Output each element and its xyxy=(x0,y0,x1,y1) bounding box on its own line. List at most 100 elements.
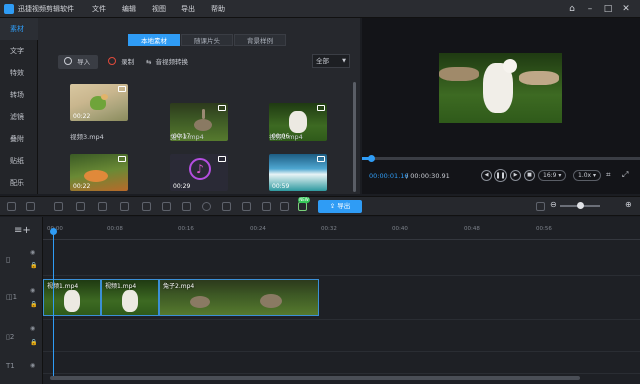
freeze-icon[interactable] xyxy=(182,202,191,211)
timer-icon[interactable] xyxy=(202,202,211,211)
menu-help[interactable]: 帮助 xyxy=(211,4,225,14)
sidebar-item-text[interactable]: 文字 xyxy=(0,40,38,62)
media-panel: 本地素材 随课片头 背景样例 导入 录制 ⇆ 音视频转换 全部 ▼ 00:22 … xyxy=(38,18,360,194)
chevron-down-icon: ▼ xyxy=(342,58,346,64)
zoom-in-icon[interactable]: ⊕ xyxy=(625,200,632,209)
tab-background-samples[interactable]: 背景样例 xyxy=(234,34,286,46)
sidebar-item-material[interactable]: 素材 xyxy=(0,18,38,40)
clip-duration: 00:22 xyxy=(73,113,91,120)
maximize-icon[interactable]: □ xyxy=(602,3,614,15)
ruler-tick: 00:16 xyxy=(178,226,194,232)
text-track-icon: ▯ xyxy=(6,255,11,264)
timeline-scrollbar[interactable] xyxy=(50,376,580,380)
mic-icon[interactable] xyxy=(222,202,231,211)
picture-icon[interactable] xyxy=(262,202,271,211)
lock-icon[interactable]: 🔒 xyxy=(30,262,37,269)
audio-badge-icon xyxy=(218,156,226,162)
export-button[interactable]: ⇪ 导出 xyxy=(318,200,362,213)
import-icon xyxy=(64,57,72,65)
music-note-icon: ♪ xyxy=(189,158,211,180)
add-track-icon[interactable]: ≡+ xyxy=(14,225,31,236)
minimize-icon[interactable]: – xyxy=(584,3,596,15)
media-clip-sea[interactable]: 00:59 xyxy=(269,154,327,191)
prev-frame-icon[interactable]: ◀ xyxy=(481,170,492,181)
record-button[interactable]: 录制 xyxy=(108,55,134,69)
overlay-track-icon: ▯2 xyxy=(6,333,15,341)
track-row-text xyxy=(43,240,640,276)
playhead-line xyxy=(53,232,54,380)
clip-duration: 00:29 xyxy=(173,183,191,190)
edit-icon[interactable] xyxy=(76,202,85,211)
video-badge-icon xyxy=(118,86,126,92)
menu-export[interactable]: 导出 xyxy=(181,4,195,14)
preview-progress-track[interactable] xyxy=(362,157,640,160)
playback-speed-value: 1.0x xyxy=(578,172,592,179)
stop-icon[interactable]: ■ xyxy=(524,170,535,181)
crop-icon[interactable] xyxy=(142,202,151,211)
import-button[interactable]: 导入 xyxy=(58,55,98,69)
eye-icon[interactable]: ◉ xyxy=(30,287,35,294)
aspect-ratio-value: 16:9 xyxy=(543,172,557,179)
delete-icon[interactable] xyxy=(54,202,63,211)
menu-edit[interactable]: 编辑 xyxy=(122,4,136,14)
snapshot-icon[interactable]: ⌗ xyxy=(606,170,611,180)
filter-select[interactable]: 全部 ▼ xyxy=(312,54,350,68)
fullscreen-icon[interactable]: ⤢ xyxy=(622,170,628,180)
tab-local-material[interactable]: 本地素材 xyxy=(128,34,180,46)
aspect-ratio-select[interactable]: 16:9 ▾ xyxy=(538,170,567,181)
color-icon[interactable] xyxy=(280,202,289,211)
sidebar-item-effects[interactable]: 特效 xyxy=(0,62,38,84)
clip-name: 视频1.mp4 xyxy=(269,133,303,141)
redo-icon[interactable] xyxy=(26,202,35,211)
title-bar: 迅捷视频剪辑软件 文件 编辑 视图 导出 帮助 ⌂ – □ ✕ xyxy=(0,0,640,18)
playback-speed-select[interactable]: 1.0x ▾ xyxy=(573,170,602,181)
close-icon[interactable]: ✕ xyxy=(620,3,632,15)
av-convert-button[interactable]: ⇆ 音视频转换 xyxy=(146,55,188,69)
sidebar-item-filters[interactable]: 滤镜 xyxy=(0,106,38,128)
ruler-tick: 00:48 xyxy=(464,226,480,232)
record-label: 录制 xyxy=(121,58,135,66)
eye-icon[interactable]: ◉ xyxy=(30,325,35,332)
menu-file[interactable]: 文件 xyxy=(92,4,106,14)
preview-progress-handle[interactable] xyxy=(368,155,375,162)
zoom-slider-handle[interactable] xyxy=(577,202,584,209)
tab-course-intro[interactable]: 随课片头 xyxy=(181,34,233,46)
timeline-clip-label: 视频1.mp4 xyxy=(47,283,79,290)
home-icon[interactable]: ⌂ xyxy=(566,3,578,15)
copy-icon[interactable] xyxy=(120,202,129,211)
ruler-tick: 00:56 xyxy=(536,226,552,232)
timeline-clip-rabbit2[interactable]: 兔子2.mp4 xyxy=(159,279,319,316)
sidebar-item-overlay[interactable]: 叠附 xyxy=(0,128,38,150)
ruler-tick: 00:24 xyxy=(250,226,266,232)
clip-duration: 00:59 xyxy=(272,183,290,190)
zoom-out-icon[interactable]: ⊖ xyxy=(550,200,557,209)
screen-icon[interactable] xyxy=(242,202,251,211)
video-badge-icon xyxy=(317,156,325,162)
media-clip-video3[interactable]: 00:22 xyxy=(70,84,128,121)
media-scrollbar[interactable] xyxy=(353,82,356,192)
next-frame-icon[interactable]: ▶ xyxy=(510,170,521,181)
pause-icon[interactable]: ❚❚ xyxy=(494,169,507,182)
playhead-handle[interactable] xyxy=(50,228,57,235)
import-label: 导入 xyxy=(77,58,91,66)
fit-timeline-icon[interactable] xyxy=(536,202,545,211)
total-time: / 00:00:30.91 xyxy=(406,172,450,180)
menu-view[interactable]: 视图 xyxy=(152,4,166,14)
sidebar-item-stickers[interactable]: 贴纸 xyxy=(0,150,38,172)
sidebar-item-music[interactable]: 配乐 xyxy=(0,172,38,194)
lock-icon[interactable]: 🔒 xyxy=(30,301,37,308)
sidebar-item-transitions[interactable]: 转场 xyxy=(0,84,38,106)
media-clip-cat[interactable]: 00:22 xyxy=(70,154,128,191)
media-clip-music[interactable]: ♪ 00:29 xyxy=(170,154,228,191)
timeline-clip-video1[interactable]: 视频1.mp4 xyxy=(43,279,101,316)
cut-icon[interactable] xyxy=(98,202,107,211)
mosaic-icon[interactable] xyxy=(162,202,171,211)
clip-name: 视频3.mp4 xyxy=(70,133,104,141)
eye-icon[interactable]: ◉ xyxy=(30,249,35,256)
timeline-clip-video1[interactable]: 视频1.mp4 xyxy=(101,279,159,316)
undo-icon[interactable] xyxy=(7,202,16,211)
lock-icon[interactable]: 🔒 xyxy=(30,339,37,346)
record-icon xyxy=(108,57,116,65)
gift-icon[interactable] xyxy=(298,202,307,211)
eye-icon[interactable]: ◉ xyxy=(30,362,35,369)
